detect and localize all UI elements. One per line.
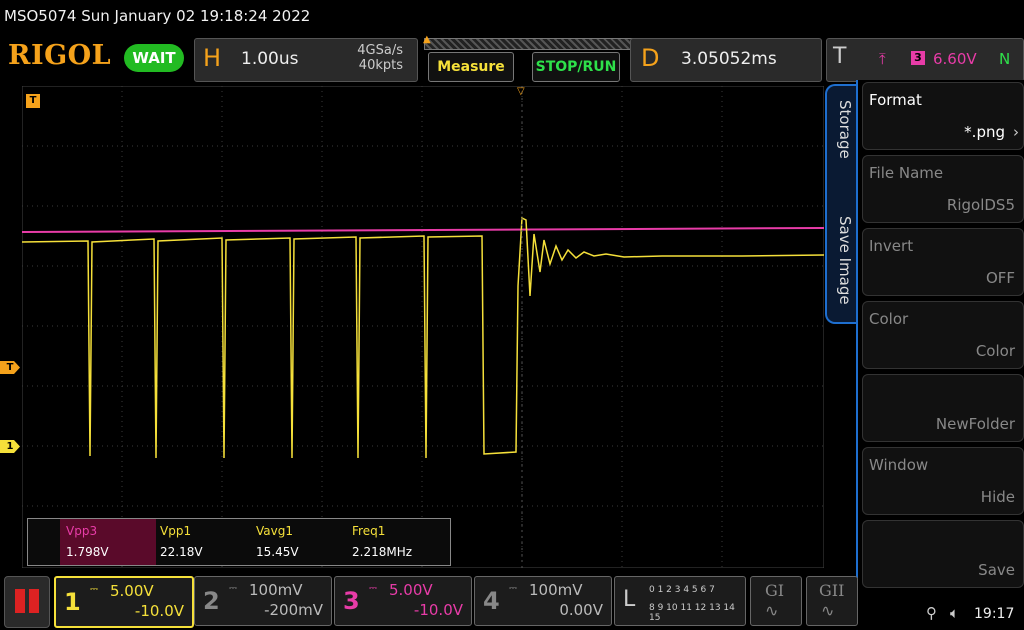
chevron-right-icon: ›: [1013, 123, 1019, 141]
channel-4-panel[interactable]: 4 ⎓ 100mV 0.00V: [474, 576, 612, 626]
trigger-source: 3: [911, 51, 925, 65]
menu-invert-value: OFF: [985, 269, 1015, 287]
menu-format-title: Format: [869, 91, 922, 109]
logic-letter: L: [623, 587, 636, 612]
menu-file-name-value: RigolDS5: [946, 196, 1015, 214]
trigger-level-marker[interactable]: T: [0, 361, 20, 374]
horizontal-letter: H: [203, 44, 222, 72]
menu-file-name-title: File Name: [869, 164, 944, 182]
meas-header-freq1: Freq1: [352, 524, 386, 538]
meas-value-vavg1: 15.45V: [256, 545, 299, 559]
waveform-overview[interactable]: ▲: [423, 34, 634, 50]
menu-window[interactable]: Window Hide: [862, 447, 1024, 515]
meas-header-vpp1: Vpp1: [160, 524, 192, 538]
logic-channels-row2: 8 9 10 11 12 13 14 15: [649, 603, 735, 623]
stop-run-button[interactable]: STOP/RUN: [532, 52, 620, 82]
channel-2-number: 2: [203, 587, 220, 615]
meas-header-vpp3: Vpp3: [66, 524, 98, 538]
menu-format-value: *.png: [964, 123, 1005, 141]
delay-value: 3.05052ms: [681, 49, 777, 69]
generator-2-label: GII: [819, 581, 845, 600]
menu-color-value: Color: [975, 342, 1015, 360]
menu-new-folder-value: NewFolder: [935, 415, 1015, 433]
dc-coupling-icon: ⎓: [229, 583, 237, 594]
generator-1-label: GI: [765, 581, 785, 600]
dc-coupling-icon: ⎓: [509, 583, 517, 594]
menu-file-name[interactable]: File Name RigolDS5: [862, 155, 1024, 223]
menu-window-title: Window: [869, 456, 929, 474]
waveform-grid[interactable]: [22, 86, 824, 568]
trigger-panel[interactable]: T ⤒ 3 6.60V N: [826, 38, 1024, 82]
generator-2-button[interactable]: GII ∿: [806, 576, 858, 626]
menu-window-value: Hide: [980, 488, 1015, 506]
memory-depth: 40kpts: [358, 58, 403, 73]
menu-invert-title: Invert: [869, 237, 914, 255]
tab-storage[interactable]: Storage: [830, 100, 854, 180]
channel-1-number: 1: [64, 588, 81, 616]
channel-1-offset: -10.0V: [134, 602, 184, 620]
delay-letter: D: [641, 44, 660, 72]
save-image-menu: Format *.png › File Name RigolDS5 Invert…: [856, 80, 1024, 588]
logic-analyzer-panel[interactable]: L 0 1 2 3 4 5 6 7 8 9 10 11 12 13 14 15: [614, 576, 746, 626]
side-tabs: Storage Save Image: [825, 84, 860, 324]
channel-4-number: 4: [483, 587, 500, 615]
app-grid-icon: [15, 589, 39, 613]
channel-1-panel[interactable]: 1 ⎓ 5.00V -10.0V: [54, 576, 194, 628]
sine-wave-icon: ∿: [765, 601, 779, 620]
model-datetime: MSO5074 Sun January 02 19:18:24 2022: [4, 7, 311, 25]
timebase-value: 1.00us: [241, 49, 299, 69]
system-clock: 19:17: [974, 606, 1015, 622]
channel-2-scale: 100mV: [249, 581, 303, 599]
dc-coupling-icon: ⎓: [369, 583, 377, 594]
trigger-top-marker[interactable]: T: [26, 94, 40, 108]
sine-wave-icon: ∿: [821, 601, 835, 620]
sample-rate: 4GSa/s: [357, 43, 403, 58]
usb-icon: ⚲: [926, 604, 937, 622]
menu-color[interactable]: Color Color: [862, 301, 1024, 369]
menu-save[interactable]: Save: [862, 520, 1024, 588]
channel-3-scale: 5.00V: [389, 581, 433, 599]
rigol-logo: RIGOL: [8, 40, 112, 71]
run-state-badge[interactable]: WAIT: [124, 44, 184, 72]
trigger-position-icon[interactable]: ▽: [517, 86, 525, 97]
menu-invert[interactable]: Invert OFF: [862, 228, 1024, 296]
channel-3-offset: -10.0V: [413, 601, 463, 619]
channel-3-number: 3: [343, 587, 360, 615]
meas-value-vpp1: 22.18V: [160, 545, 203, 559]
menu-color-title: Color: [869, 310, 909, 328]
channel-3-panel[interactable]: 3 ⎓ 5.00V -10.0V: [334, 576, 472, 626]
trigger-edge-icon: ⤒: [879, 50, 886, 68]
trigger-letter: T: [833, 44, 847, 69]
tab-save-image[interactable]: Save Image: [830, 216, 854, 316]
channel-2-panel[interactable]: 2 ⎓ 100mV -200mV: [194, 576, 332, 626]
generator-1-button[interactable]: GI ∿: [750, 576, 802, 626]
status-bar: MSO5074 Sun January 02 19:18:24 2022: [0, 0, 1024, 32]
overview-marker-icon: ▲: [423, 34, 431, 45]
channel-1-scale: 5.00V: [110, 582, 154, 600]
menu-save-value: Save: [978, 561, 1015, 579]
channel-4-scale: 100mV: [529, 581, 583, 599]
meas-header-vavg1: Vavg1: [256, 524, 293, 538]
speaker-muted-icon[interactable]: 🔈︎: [950, 604, 959, 622]
horizontal-panel[interactable]: H 1.00us 4GSa/s 40kpts: [194, 38, 418, 82]
trigger-mode: N: [999, 50, 1011, 68]
measure-button[interactable]: Measure: [428, 52, 514, 82]
menu-new-folder[interactable]: NewFolder: [862, 374, 1024, 442]
channel-2-offset: -200mV: [264, 601, 323, 619]
ch1-offset-marker[interactable]: 1: [0, 440, 20, 453]
logic-channels-row1: 0 1 2 3 4 5 6 7: [649, 585, 715, 595]
app-menu-button[interactable]: [4, 576, 50, 628]
delay-panel[interactable]: D 3.05052ms: [630, 38, 822, 82]
dc-coupling-icon: ⎓: [90, 584, 98, 595]
trigger-level: 6.60V: [933, 50, 977, 68]
meas-value-vpp3: 1.798V: [66, 545, 109, 559]
meas-value-freq1: 2.218MHz: [352, 545, 413, 559]
channel-4-offset: 0.00V: [559, 601, 603, 619]
measurement-panel[interactable]: Vpp3 Vpp1 Vavg1 Freq1 1.798V 22.18V 15.4…: [27, 518, 451, 566]
menu-format[interactable]: Format *.png ›: [862, 82, 1024, 150]
